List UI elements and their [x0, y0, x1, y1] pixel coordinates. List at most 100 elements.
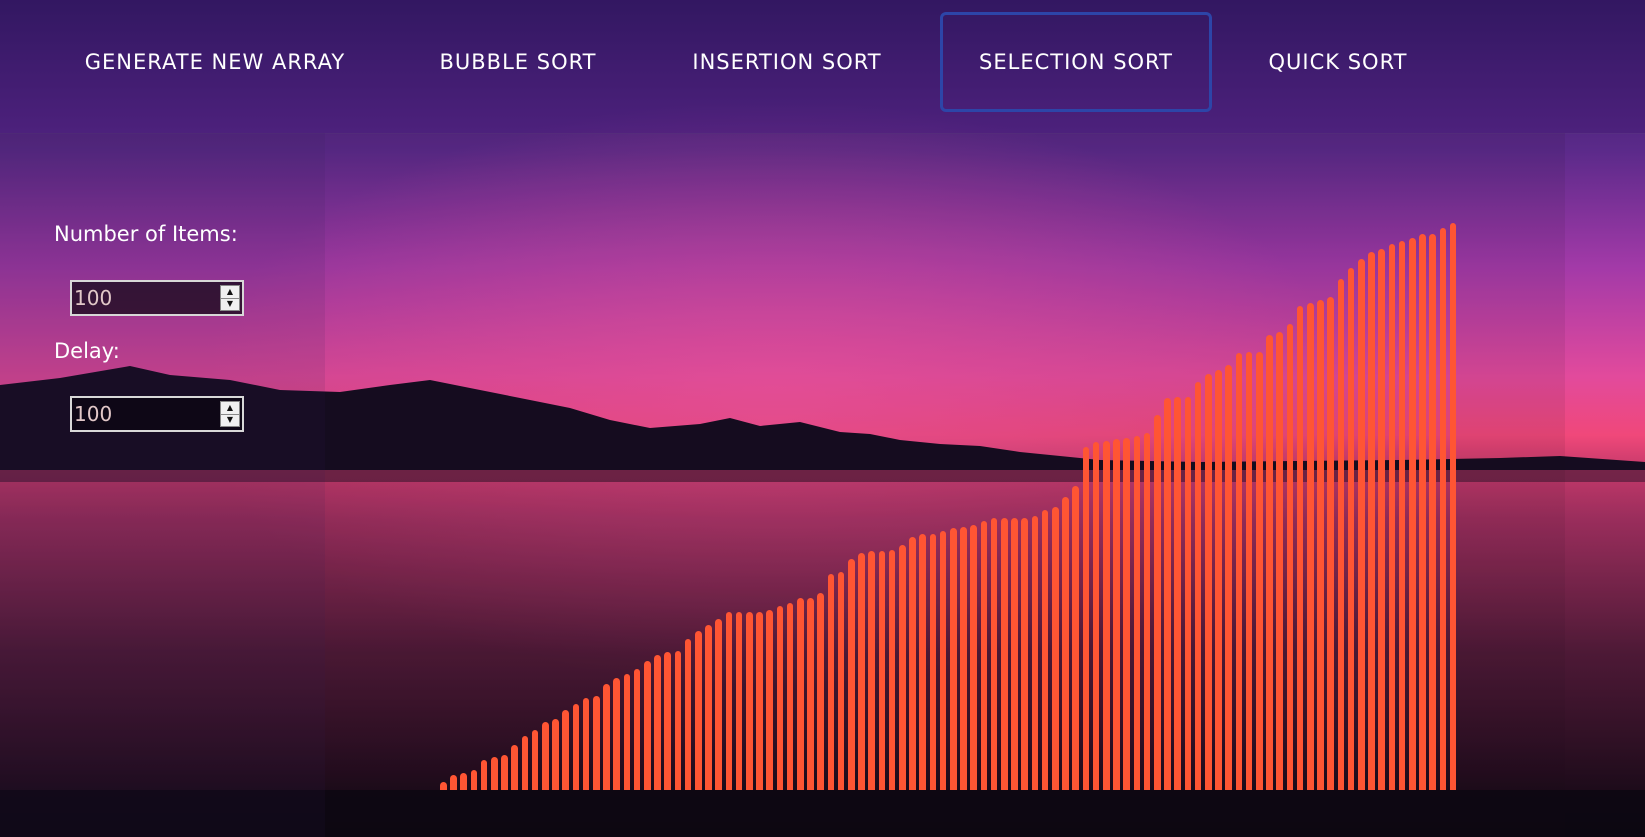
delay-label: Delay:	[54, 339, 120, 363]
array-bar	[1398, 241, 1406, 790]
array-bar	[1164, 398, 1171, 790]
array-bar	[1388, 244, 1396, 790]
array-bar	[970, 525, 977, 790]
array-bar	[888, 549, 896, 790]
array-bar	[827, 573, 835, 790]
array-bar	[1154, 415, 1161, 790]
array-bar	[1296, 306, 1304, 790]
array-bar	[450, 774, 457, 790]
array-bar	[735, 611, 743, 790]
array-bar	[1307, 303, 1314, 790]
array-bar	[980, 520, 988, 790]
array-bar	[919, 534, 926, 790]
array-bar	[950, 528, 957, 790]
array-bar	[1133, 436, 1141, 790]
array-bar	[1286, 324, 1294, 790]
array-bar	[1368, 251, 1375, 790]
array-bar	[674, 650, 682, 790]
array-bar	[1113, 439, 1120, 790]
array-bar	[868, 551, 875, 790]
array-bar	[939, 531, 947, 790]
array-bar	[603, 684, 610, 790]
array-bar	[1052, 507, 1059, 790]
array-bar	[1245, 351, 1253, 790]
array-bar	[766, 610, 773, 790]
array-bar	[593, 696, 600, 790]
array-bar	[470, 770, 478, 790]
array-bar	[664, 652, 671, 790]
array-bar	[1215, 369, 1222, 790]
spin-down-icon[interactable]: ▼	[221, 414, 239, 426]
array-bar	[858, 552, 865, 790]
array-bar	[552, 718, 559, 790]
generate-new-array-button[interactable]: GENERATE NEW ARRAY	[55, 12, 375, 112]
number-of-items-label: Number of Items:	[54, 222, 238, 246]
array-bar	[1143, 433, 1151, 790]
array-bar	[1225, 365, 1232, 790]
array-bar	[1327, 297, 1334, 790]
array-bar	[1266, 334, 1273, 790]
array-bar	[501, 755, 508, 790]
array-bar	[878, 551, 886, 790]
array-bar	[776, 605, 784, 790]
array-bar	[1001, 517, 1008, 790]
array-bar	[929, 534, 937, 790]
array-bar	[491, 756, 498, 790]
array-bar	[1092, 442, 1100, 790]
array-bar	[1358, 259, 1365, 790]
array-bar	[990, 517, 998, 790]
array-bar	[1011, 517, 1018, 790]
selection-sort-button[interactable]: SELECTION SORT	[940, 12, 1212, 112]
array-bar	[684, 638, 692, 790]
bubble-sort-button[interactable]: BUBBLE SORT	[420, 12, 616, 112]
array-bar	[1174, 396, 1181, 790]
array-bar	[1082, 446, 1090, 790]
delay-field[interactable]: ▲ ▼	[70, 396, 244, 432]
delay-input[interactable]	[74, 400, 214, 428]
array-bar	[572, 703, 580, 790]
array-bar	[1072, 486, 1079, 790]
array-bar	[644, 661, 651, 790]
array-bar	[1062, 496, 1069, 790]
array-bar	[1409, 238, 1416, 790]
array-bar	[480, 759, 488, 790]
array-bar	[909, 537, 916, 790]
array-bar	[756, 611, 763, 790]
array-bar	[1276, 331, 1283, 790]
delay-spinner[interactable]: ▲ ▼	[220, 401, 240, 427]
array-bar	[1337, 278, 1345, 790]
array-bar	[746, 611, 753, 790]
array-bar	[521, 735, 529, 790]
array-visualizer	[325, 133, 1565, 837]
array-bar	[1123, 437, 1130, 790]
insertion-sort-button[interactable]: INSERTION SORT	[665, 12, 909, 112]
number-of-items-field[interactable]: ▲ ▼	[70, 280, 244, 316]
array-bar	[705, 625, 712, 790]
array-bar	[695, 631, 702, 790]
quick-sort-button[interactable]: QUICK SORT	[1255, 12, 1421, 112]
array-bar	[807, 597, 814, 790]
number-of-items-input[interactable]	[74, 284, 214, 312]
number-of-items-spinner[interactable]: ▲ ▼	[220, 285, 240, 311]
array-bar	[817, 593, 824, 790]
array-bar	[1184, 396, 1192, 790]
array-bar	[1031, 516, 1039, 790]
array-bar	[460, 773, 467, 790]
array-bar	[797, 597, 804, 790]
array-bar	[1429, 233, 1436, 790]
array-bar	[1194, 381, 1202, 790]
array-bar	[1317, 300, 1324, 790]
array-bar	[511, 744, 518, 790]
array-bar	[1021, 517, 1028, 790]
array-bar	[440, 782, 447, 790]
array-bar	[542, 721, 549, 790]
array-bar	[1347, 268, 1355, 790]
array-bar	[562, 709, 569, 790]
array-bar	[1103, 440, 1110, 790]
array-bar	[899, 545, 906, 790]
array-bar	[786, 602, 794, 790]
array-bar	[1235, 353, 1243, 790]
spin-down-icon[interactable]: ▼	[221, 298, 239, 310]
array-bar	[960, 526, 967, 790]
array-bar	[531, 729, 539, 790]
